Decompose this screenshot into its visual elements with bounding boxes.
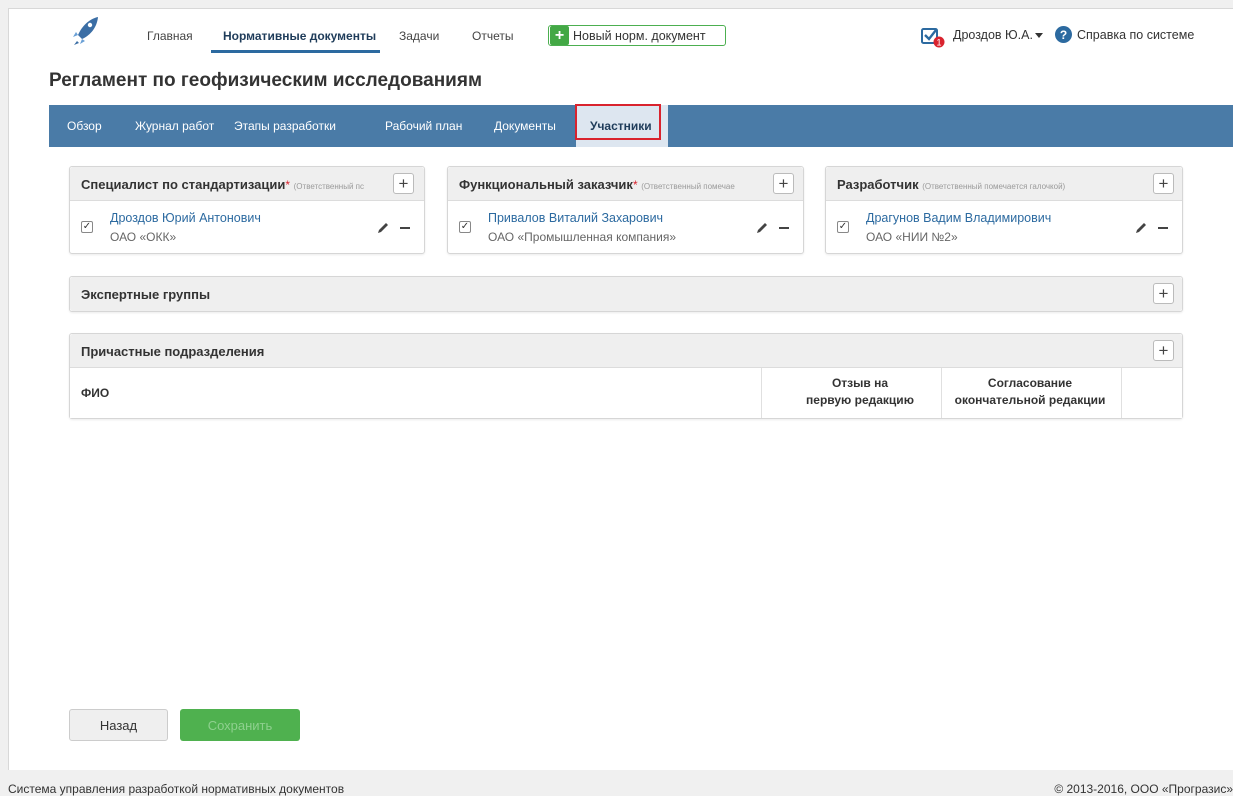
remove-icon[interactable] bbox=[779, 227, 789, 229]
pencil-icon[interactable] bbox=[377, 222, 389, 234]
person-name-link[interactable]: Драгунов Вадим Владимирович bbox=[866, 211, 1051, 225]
responsible-checkbox[interactable]: ✓ bbox=[81, 221, 93, 233]
list-item: ✓ Драгунов Вадим Владимирович ОАО «НИИ №… bbox=[826, 201, 1182, 253]
person-name-link[interactable]: Дроздов Юрий Антонович bbox=[110, 211, 261, 225]
list-item: ✓ Дроздов Юрий Антонович ОАО «ОКК» bbox=[70, 201, 424, 253]
remove-icon[interactable] bbox=[1158, 227, 1168, 229]
tab-work-log[interactable]: Журнал работ bbox=[135, 119, 214, 133]
pencil-icon[interactable] bbox=[1135, 222, 1147, 234]
help-icon[interactable]: ? bbox=[1055, 26, 1072, 43]
back-button[interactable]: Назад bbox=[69, 709, 168, 741]
tab-work-plan[interactable]: Рабочий план bbox=[385, 119, 462, 133]
add-department-button[interactable]: + bbox=[1153, 340, 1174, 361]
person-name-link[interactable]: Привалов Виталий Захарович bbox=[488, 211, 663, 225]
panel-departments-title: Причастные подразделения bbox=[81, 344, 265, 359]
pencil-icon[interactable] bbox=[756, 222, 768, 234]
panel-departments: Причастные подразделения + ФИО Отзыв на … bbox=[69, 333, 1183, 419]
page-title: Регламент по геофизическим исследованиям bbox=[49, 70, 483, 91]
panel-customer: Функциональный заказчик* (Ответственный … bbox=[447, 166, 804, 254]
required-mark: * bbox=[285, 178, 291, 192]
footer-copyright: © 2013-2016, ООО «Програзис» bbox=[1054, 782, 1233, 796]
add-developer-button[interactable]: + bbox=[1153, 173, 1174, 194]
person-org: ОАО «Промышленная компания» bbox=[488, 230, 677, 244]
panel-departments-header: Причастные подразделения bbox=[70, 334, 1182, 368]
column-review-line2: первую редакцию bbox=[806, 393, 914, 407]
column-approval-line1: Согласование bbox=[987, 376, 1073, 390]
panel-customer-header: Функциональный заказчик* (Ответственный … bbox=[448, 167, 803, 201]
tasks-badge: 1 bbox=[936, 38, 941, 48]
panel-developer-title: Разработчик bbox=[837, 177, 919, 192]
panel-experts-title: Экспертные группы bbox=[81, 287, 211, 302]
panel-expert-groups: Экспертные группы + bbox=[69, 276, 1183, 312]
nav-main[interactable]: Главная bbox=[147, 29, 193, 43]
column-approval: Согласование окончательной редакции bbox=[940, 375, 1120, 409]
nav-reports[interactable]: Отчеты bbox=[472, 29, 513, 43]
tab-overview[interactable]: Обзор bbox=[67, 119, 102, 133]
footer-system-name: Система управления разработкой нормативн… bbox=[8, 782, 345, 796]
add-customer-button[interactable]: + bbox=[773, 173, 794, 194]
column-divider bbox=[1121, 368, 1122, 418]
tab-bar: Обзор Журнал работ Этапы разработки Рабо… bbox=[49, 104, 1233, 147]
panel-experts-header: Экспертные группы bbox=[70, 277, 1182, 311]
remove-icon[interactable] bbox=[400, 227, 410, 229]
panel-customer-title: Функциональный заказчик bbox=[459, 177, 633, 192]
tab-documents[interactable]: Документы bbox=[494, 119, 556, 133]
panel-developer-header: Разработчик (Ответственный помечается га… bbox=[826, 167, 1182, 201]
add-specialist-button[interactable]: + bbox=[393, 173, 414, 194]
tab-highlight-frame bbox=[575, 104, 661, 140]
column-divider bbox=[761, 368, 762, 418]
new-document-label: Новый норм. документ bbox=[573, 28, 706, 43]
panel-specialist: Специалист по стандартизации* (Ответстве… bbox=[69, 166, 425, 254]
new-document-button[interactable]: + Новый норм. документ bbox=[548, 25, 726, 46]
rocket-logo-icon[interactable] bbox=[71, 15, 101, 47]
top-navbar: Главная Нормативные документы Задачи Отч… bbox=[9, 9, 1233, 55]
column-fio: ФИО bbox=[81, 386, 110, 400]
responsible-checkbox[interactable]: ✓ bbox=[459, 221, 471, 233]
user-menu[interactable]: Дроздов Ю.А. bbox=[953, 28, 1033, 42]
add-expert-group-button[interactable]: + bbox=[1153, 283, 1174, 304]
panel-customer-hint: (Ответственный помечае bbox=[641, 182, 735, 191]
person-org: ОАО «ОКК» bbox=[110, 230, 177, 244]
plus-icon: + bbox=[550, 26, 569, 45]
responsible-checkbox[interactable]: ✓ bbox=[837, 221, 849, 233]
active-nav-underline bbox=[211, 50, 380, 53]
required-mark: * bbox=[632, 178, 638, 192]
panel-developer: Разработчик (Ответственный помечается га… bbox=[825, 166, 1183, 254]
tab-dev-stages[interactable]: Этапы разработки bbox=[234, 119, 336, 133]
list-item: ✓ Привалов Виталий Захарович ОАО «Промыш… bbox=[448, 201, 803, 253]
panel-specialist-hint: (Ответственный пс bbox=[293, 182, 364, 191]
save-button[interactable]: Сохранить bbox=[180, 709, 300, 741]
nav-tasks[interactable]: Задачи bbox=[399, 29, 439, 43]
person-org: ОАО «НИИ №2» bbox=[866, 230, 958, 244]
nav-normative-docs[interactable]: Нормативные документы bbox=[223, 29, 376, 43]
panel-developer-hint: (Ответственный помечается галочкой) bbox=[922, 182, 1066, 191]
column-review: Отзыв на первую редакцию bbox=[770, 375, 950, 409]
panel-specialist-header: Специалист по стандартизации* (Ответстве… bbox=[70, 167, 424, 201]
app-frame: Главная Нормативные документы Задачи Отч… bbox=[8, 8, 1233, 778]
help-link[interactable]: Справка по системе bbox=[1077, 28, 1194, 42]
panel-specialist-title: Специалист по стандартизации bbox=[81, 177, 286, 192]
tasks-checkbox-icon[interactable]: 1 bbox=[921, 26, 949, 48]
chevron-down-icon[interactable] bbox=[1035, 33, 1043, 38]
column-approval-line2: окончательной редакции bbox=[954, 393, 1106, 407]
departments-table-header: ФИО Отзыв на первую редакцию Согласовани… bbox=[70, 368, 1182, 418]
column-review-line1: Отзыв на bbox=[831, 376, 889, 390]
column-divider bbox=[941, 368, 942, 418]
